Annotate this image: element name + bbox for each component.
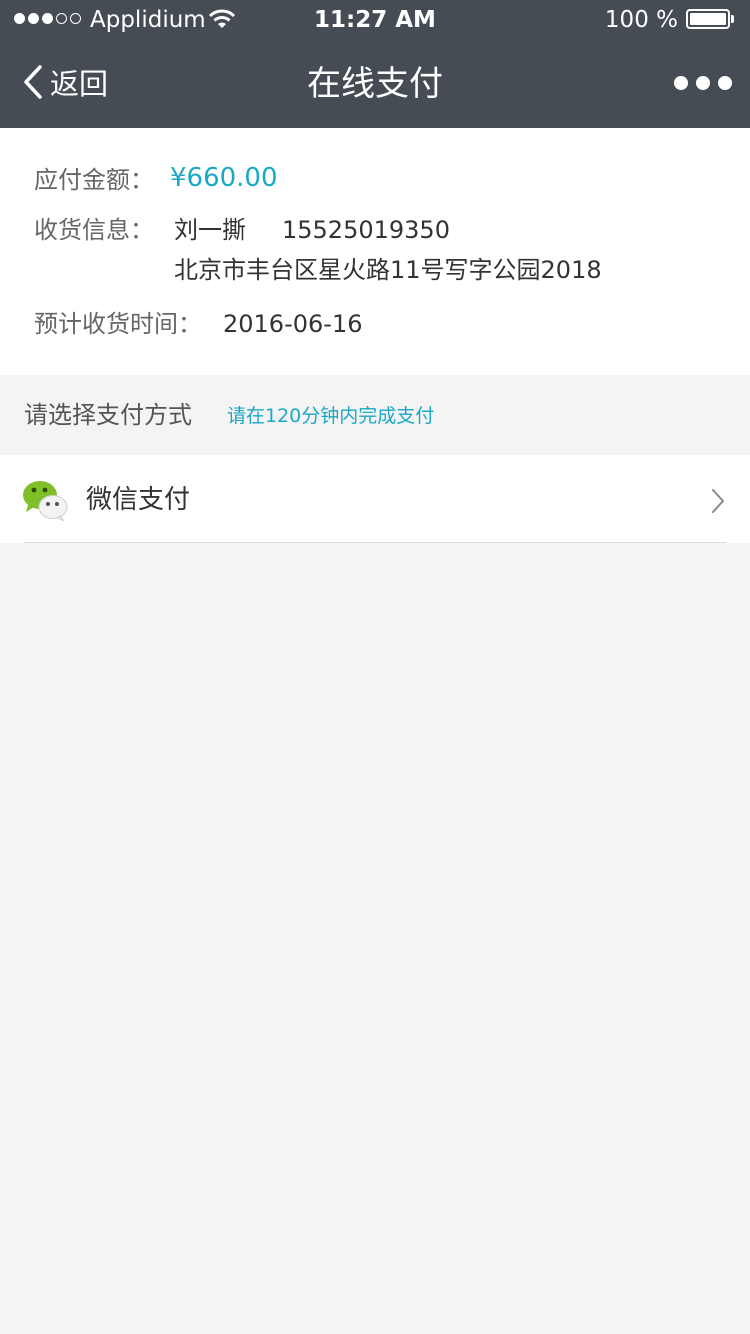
order-summary: 应付金额： ¥660.00 收货信息： 刘一撕 15525019350 北京市丰… bbox=[0, 128, 750, 375]
status-bar: Applidium 11:27 AM 100 % bbox=[0, 0, 750, 40]
battery-percentage: 100 % bbox=[604, 7, 678, 33]
recipient-phone: 15525019350 bbox=[282, 216, 450, 244]
wechat-icon bbox=[22, 479, 68, 522]
payment-time-limit: 请在120分钟内完成支付 bbox=[227, 405, 435, 427]
delivery-date: 2016-06-16 bbox=[223, 310, 363, 338]
shipping-label: 收货信息： bbox=[34, 216, 154, 244]
battery-level bbox=[690, 13, 726, 25]
chevron-right-icon bbox=[710, 487, 726, 519]
shipping-address: 北京市丰台区星火路11号写字公园2018 bbox=[174, 256, 602, 284]
more-dot-icon bbox=[718, 76, 732, 90]
payment-section-title: 请选择支付方式 bbox=[24, 401, 192, 429]
more-options-button[interactable] bbox=[674, 76, 732, 90]
payment-method-label: 微信支付 bbox=[86, 485, 191, 515]
payment-method-wechat[interactable]: 微信支付 bbox=[0, 455, 750, 543]
delivery-label: 预计收货时间： bbox=[34, 310, 202, 338]
page-title: 在线支付 bbox=[307, 64, 443, 104]
divider bbox=[24, 542, 726, 543]
more-dot-icon bbox=[696, 76, 710, 90]
amount-value: ¥660.00 bbox=[170, 163, 278, 193]
navigation-bar: 返回 在线支付 bbox=[0, 40, 750, 128]
more-dot-icon bbox=[674, 76, 688, 90]
battery-tip bbox=[731, 15, 734, 23]
amount-label: 应付金额： bbox=[34, 166, 154, 194]
payment-section-header: 请选择支付方式 请在120分钟内完成支付 bbox=[0, 375, 750, 455]
battery-icon bbox=[686, 9, 730, 29]
recipient-name: 刘一撕 bbox=[174, 216, 246, 244]
